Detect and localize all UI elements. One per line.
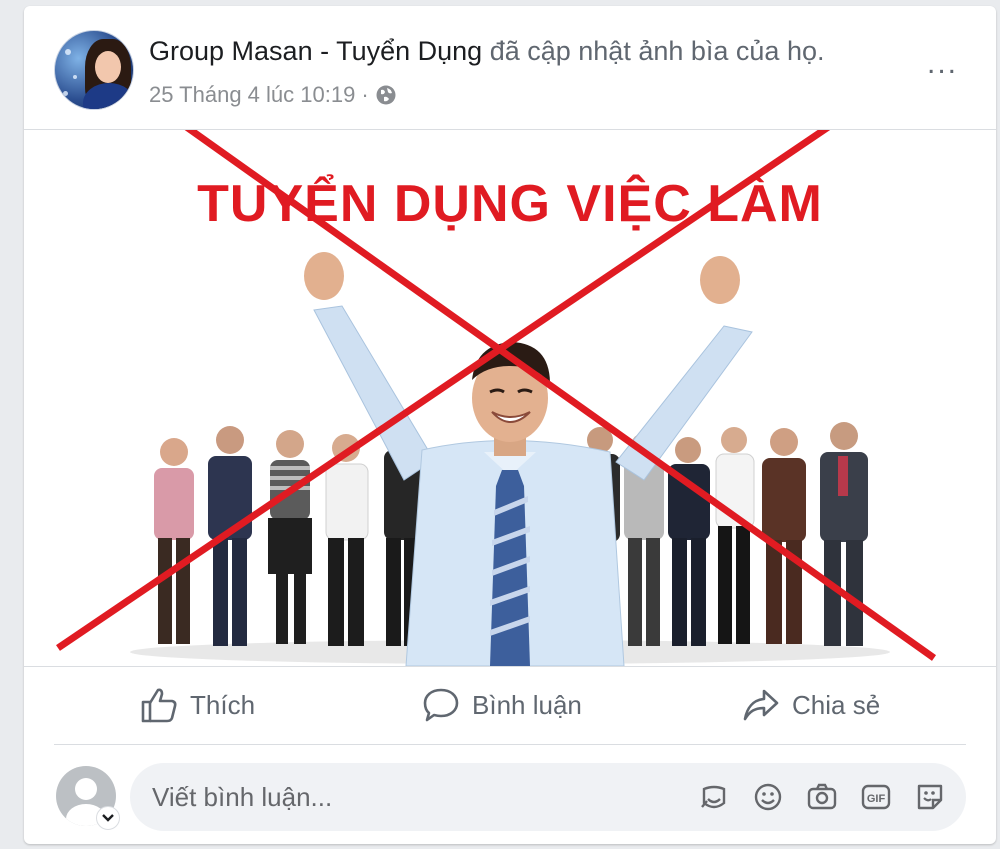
camera-icon[interactable]	[806, 781, 838, 813]
share-arrow-icon	[743, 689, 779, 721]
post-timestamp[interactable]: 25 Tháng 4 lúc 10:19	[149, 82, 355, 108]
author-avatar[interactable]	[54, 30, 134, 110]
actions-divider	[54, 744, 966, 745]
avatar-sticker-icon[interactable]	[914, 781, 946, 813]
gif-label: GIF	[867, 793, 886, 805]
chevron-down-icon[interactable]	[96, 806, 120, 830]
post-action-text: đã cập nhật ảnh bìa của họ.	[489, 36, 825, 66]
comment-bubble-icon	[423, 688, 459, 722]
sticker-icon[interactable]	[698, 781, 730, 813]
gif-icon[interactable]: GIF	[860, 781, 892, 813]
emoji-icon[interactable]	[752, 781, 784, 813]
meta-separator: ·	[361, 82, 369, 107]
post-header: Group Masan - Tuyển Dụng đã cập nhật ảnh…	[24, 6, 996, 129]
share-button[interactable]: Chia sẻ	[742, 687, 880, 723]
comment-input[interactable]	[152, 763, 652, 831]
post-actions: Thích Bình luận Chia sẻ	[24, 667, 996, 745]
cover-photo[interactable]: TUYỂN DỤNG VIỆC LÀM	[24, 130, 996, 666]
comment-label: Bình luận	[472, 689, 582, 720]
share-label: Chia sẻ	[792, 689, 881, 720]
post-meta: 25 Tháng 4 lúc 10:19 ·	[149, 82, 397, 108]
post-card: Group Masan - Tuyển Dụng đã cập nhật ảnh…	[24, 6, 996, 844]
composer-tools: GIF	[698, 781, 946, 813]
like-button[interactable]: Thích	[140, 687, 255, 723]
cover-headline: TUYỂN DỤNG VIỆC LÀM	[197, 175, 823, 233]
comment-button[interactable]: Bình luận	[422, 687, 582, 723]
post-title-line: Group Masan - Tuyển Dụng đã cập nhật ảnh…	[149, 36, 824, 67]
comment-composer: GIF	[130, 763, 966, 831]
more-options-icon[interactable]: ...	[927, 49, 958, 79]
like-label: Thích	[190, 689, 256, 720]
globe-icon	[375, 84, 397, 106]
thumbs-up-icon	[141, 688, 177, 723]
author-name[interactable]: Group Masan - Tuyển Dụng	[149, 36, 482, 66]
